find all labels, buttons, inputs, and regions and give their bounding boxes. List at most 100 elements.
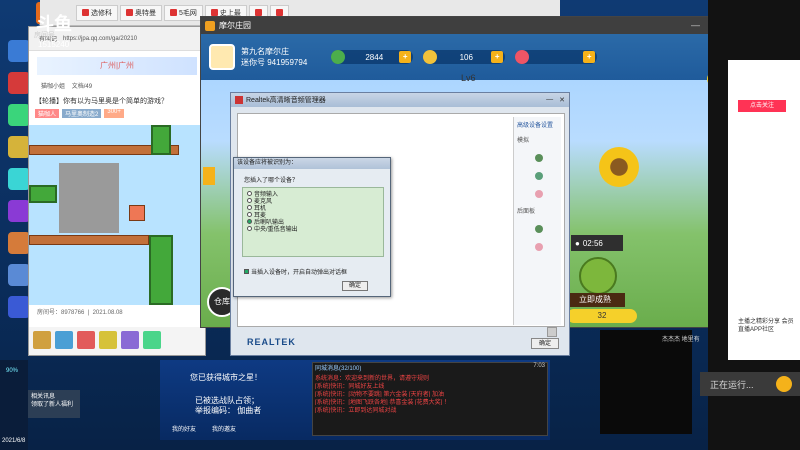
chat-line: [系统]快讯：[动物不要跳] 第六金装 [天府者] 加油 bbox=[315, 392, 445, 397]
gold-value: 2844 bbox=[365, 52, 384, 62]
radio-button[interactable] bbox=[247, 212, 252, 217]
gold-coin-icon bbox=[331, 50, 346, 64]
arrow-icon[interactable] bbox=[776, 376, 792, 392]
gift-icon[interactable] bbox=[121, 331, 139, 349]
radio-button[interactable] bbox=[247, 198, 252, 203]
chat-line: 系统消息：欢迎来到新的世界，请遵守规则 bbox=[315, 376, 430, 381]
tab-favicon-icon bbox=[254, 9, 262, 16]
device-option[interactable]: 耳机 bbox=[247, 204, 379, 212]
realtek-titlebar: Realtek高清晰音频管理器 — ✕ bbox=[231, 93, 569, 107]
green-pipe bbox=[151, 125, 171, 155]
tab-favicon-icon bbox=[126, 9, 133, 16]
player-id: 迷你号 941959794 bbox=[241, 58, 308, 67]
room-id: 房间号：8978766 bbox=[37, 310, 85, 316]
radio-button[interactable] bbox=[247, 226, 252, 231]
room-date: 2021.08.08 bbox=[92, 310, 123, 316]
advanced-settings-link[interactable]: 高级设备设置 bbox=[517, 120, 558, 129]
gray-block bbox=[59, 163, 119, 233]
view-meta: 房间号：8978766 | 2021.08.08 bbox=[29, 305, 205, 318]
desktop-icon-2[interactable] bbox=[8, 72, 30, 94]
jack-dot-icon[interactable] bbox=[535, 154, 543, 162]
minimize-icon[interactable]: — bbox=[546, 96, 553, 104]
gift-icon[interactable] bbox=[99, 331, 117, 349]
dialog-title: 该设备应将被识别为： bbox=[234, 158, 390, 169]
browser-tab[interactable]: 奥特曼 bbox=[120, 4, 162, 21]
gift-icon[interactable] bbox=[55, 331, 73, 349]
ticket-icon bbox=[515, 50, 530, 64]
browser-tab[interactable]: 选修科 bbox=[76, 4, 118, 21]
team-message-line: 已被选战队占领； bbox=[195, 396, 259, 405]
tab-favicon-icon bbox=[82, 9, 89, 16]
green-pipe bbox=[149, 235, 173, 305]
info-icon[interactable] bbox=[547, 327, 557, 337]
radio-button[interactable] bbox=[247, 219, 252, 224]
device-option-list: 音频输入 麦克风 耳机 耳麦 后喇叭输出 中央/重低音输出 bbox=[242, 187, 384, 257]
jack-dot-icon[interactable] bbox=[535, 243, 543, 251]
browser-tab[interactable]: 5毛网 bbox=[164, 4, 203, 21]
harvest-now-button[interactable]: 立即成熟 bbox=[565, 293, 625, 307]
stream-tag[interactable]: 300+ bbox=[104, 109, 124, 118]
gift-icon[interactable] bbox=[143, 331, 161, 349]
minimize-icon[interactable]: — bbox=[691, 20, 700, 31]
chat-title: 同城消息(32/100) bbox=[315, 366, 362, 372]
desktop-icon-3[interactable] bbox=[8, 104, 30, 126]
notification-popup[interactable]: 相关讯息 领取了新人福利 bbox=[28, 390, 80, 418]
chat-line: [系统]快讯：立即到达同城对战 bbox=[315, 408, 397, 413]
jack-dot-icon[interactable] bbox=[535, 225, 543, 233]
radio-button[interactable] bbox=[247, 205, 252, 210]
dialog-ok-button[interactable]: 确定 bbox=[342, 281, 368, 291]
desktop-icon-7[interactable] bbox=[8, 232, 30, 254]
gift-icon[interactable] bbox=[33, 331, 51, 349]
stream-title: 【轮播】你有以为马里奥是个简单的游戏？ bbox=[35, 98, 168, 105]
mario-stream-view[interactable] bbox=[29, 125, 205, 305]
stream-header: 【轮播】你有以为马里奥是个简单的游戏？ 猫咖人 马里奥制造2 300+ bbox=[29, 93, 205, 121]
gift-bar bbox=[29, 327, 205, 355]
realtek-app-icon bbox=[235, 96, 243, 104]
tab-favicon-icon bbox=[275, 9, 283, 16]
realtek-ok-button[interactable]: 确定 bbox=[531, 338, 559, 349]
clock-icon: ● bbox=[575, 238, 580, 248]
desktop-icon-9[interactable] bbox=[8, 296, 30, 318]
device-option[interactable]: 中央/重低音输出 bbox=[247, 225, 379, 233]
browser-banner[interactable]: 广州|广州 bbox=[37, 57, 197, 75]
gift-icon[interactable] bbox=[77, 331, 95, 349]
jack-dot-icon[interactable] bbox=[535, 172, 543, 180]
desktop-icon-4[interactable] bbox=[8, 136, 30, 158]
side-label: 后面板 bbox=[517, 209, 536, 215]
right-live-text: 杰杰杰 地里有 bbox=[662, 337, 700, 343]
close-window-icon[interactable]: ✕ bbox=[559, 96, 565, 104]
timer-value: 02:56 bbox=[582, 238, 603, 248]
desktop-icon-8[interactable] bbox=[8, 264, 30, 286]
bean-value: 106 bbox=[459, 52, 473, 62]
my-invites-button[interactable]: 我的邀友 bbox=[212, 424, 236, 433]
chat-box[interactable]: 同城消息(32/100) 7:03 系统消息：欢迎来到新的世界，请遵守规则 [系… bbox=[312, 362, 548, 436]
stream-tag[interactable]: 马里奥制造2 bbox=[62, 109, 102, 118]
add-gold-button[interactable]: + bbox=[399, 51, 412, 63]
add-ticket-button[interactable]: + bbox=[583, 51, 596, 63]
desktop-icon-6[interactable] bbox=[8, 200, 30, 222]
left-arrow-icon[interactable] bbox=[203, 167, 215, 185]
system-percent: 90% bbox=[6, 368, 19, 374]
desktop-icon-5[interactable] bbox=[8, 168, 30, 190]
url-text[interactable]: https://jpa.qq.com/ga/20210 bbox=[63, 36, 137, 42]
device-option[interactable]: 麦克风 bbox=[247, 197, 379, 205]
green-pipe bbox=[29, 185, 57, 203]
level-label: Lv6 bbox=[461, 73, 476, 83]
realtek-window-controls: — ✕ bbox=[546, 96, 569, 104]
bean-icon bbox=[423, 50, 438, 64]
desktop-icon-1[interactable] bbox=[8, 40, 30, 62]
player-avatar[interactable] bbox=[209, 44, 235, 70]
fruit-icon[interactable] bbox=[579, 257, 617, 295]
auto-popup-option[interactable]: 当插入设备时，开启自动弹出对话框 bbox=[244, 267, 390, 276]
nav-label[interactable]: 猫咖小姐 bbox=[41, 84, 65, 90]
add-bean-button[interactable]: + bbox=[491, 51, 504, 63]
side-label: 模拟 bbox=[517, 138, 530, 144]
jack-dot-icon[interactable] bbox=[535, 190, 543, 198]
nav-count: 文档/49 bbox=[71, 84, 93, 90]
follow-button[interactable]: 点击关注 bbox=[738, 100, 786, 112]
room-number: 1515240 bbox=[38, 40, 70, 49]
auto-popup-checkbox[interactable] bbox=[244, 269, 249, 274]
stream-tag[interactable]: 猫咖人 bbox=[35, 109, 60, 118]
radio-button[interactable] bbox=[247, 191, 252, 196]
my-friends-button[interactable]: 我的好友 bbox=[172, 424, 196, 433]
